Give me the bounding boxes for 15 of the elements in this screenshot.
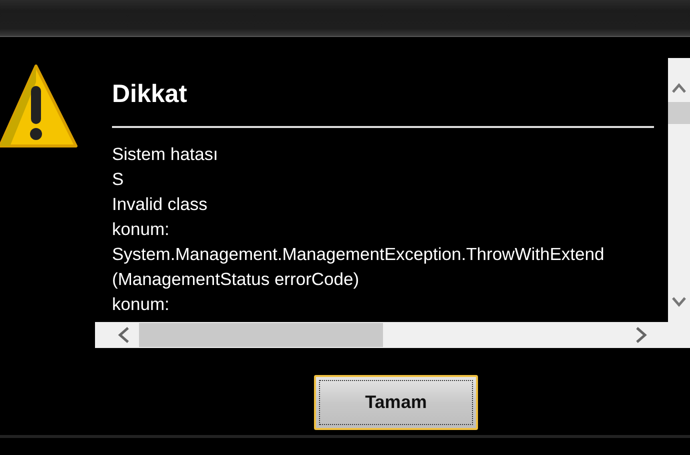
message-line: konum: bbox=[112, 293, 170, 316]
message-line: (ManagementStatus errorCode) bbox=[112, 268, 360, 291]
message-line: S bbox=[112, 168, 125, 191]
message-line: Sistem hatası bbox=[112, 143, 220, 166]
scroll-thumb[interactable] bbox=[139, 323, 383, 347]
scroll-down-icon[interactable] bbox=[671, 296, 687, 308]
message-line: konum: bbox=[112, 218, 170, 241]
message-line: System.Management.ManagementException.ThrowWithExtend bbox=[112, 243, 606, 266]
scroll-right-icon[interactable] bbox=[634, 326, 648, 344]
scroll-thumb[interactable] bbox=[668, 102, 690, 124]
ok-button[interactable]: Tamam bbox=[314, 375, 478, 430]
message-line: Invalid class bbox=[112, 193, 208, 216]
scroll-left-icon[interactable] bbox=[117, 326, 131, 344]
dialog-title: Dikkat bbox=[112, 80, 188, 110]
scroll-up-icon[interactable] bbox=[671, 82, 687, 94]
